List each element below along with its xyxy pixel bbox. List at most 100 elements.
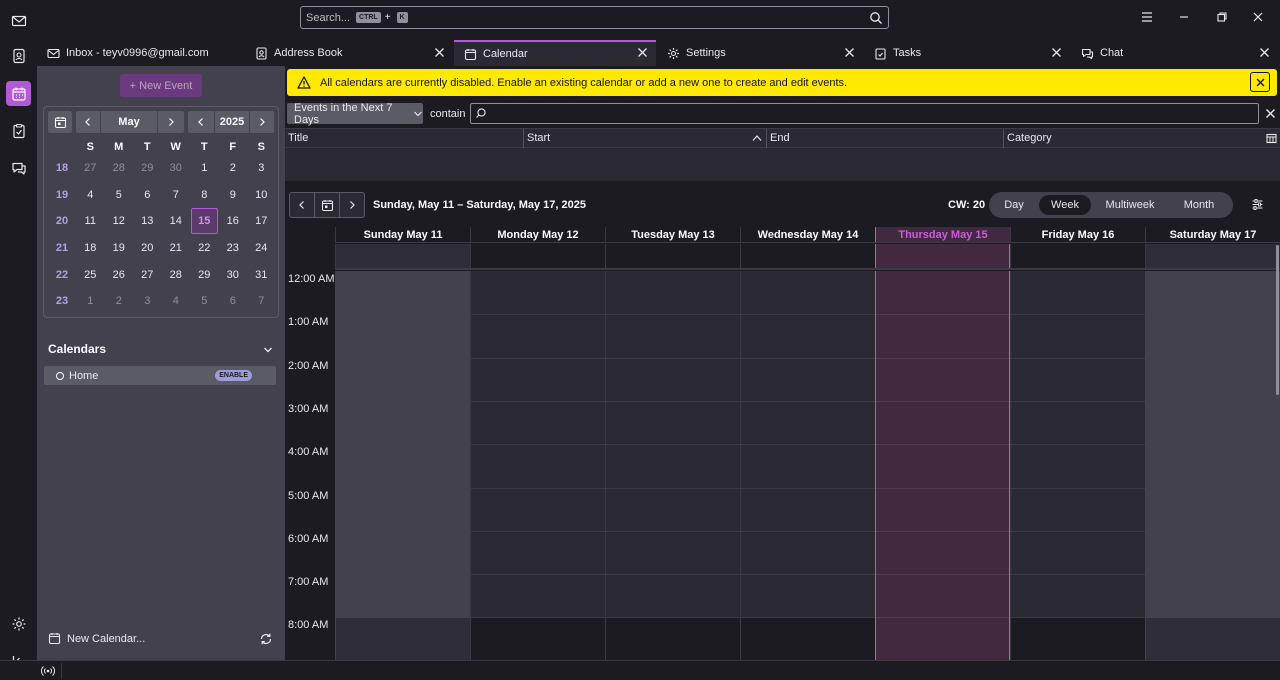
minimonth-day[interactable]: 31 [247,269,276,281]
all-day-cell[interactable] [605,244,740,268]
minimonth-day[interactable]: 9 [219,189,248,201]
minimonth-day[interactable]: 29 [133,162,162,174]
minimonth-day[interactable]: 7 [162,189,191,201]
online-status-icon[interactable] [41,665,55,677]
minimonth-day[interactable]: 3 [133,295,162,307]
view-week-button[interactable]: Week [1039,195,1091,215]
restore-icon[interactable] [1215,10,1231,26]
scrollbar[interactable] [1276,245,1279,395]
tab-settings[interactable]: Settings [657,40,863,66]
all-day-cell[interactable] [335,244,470,268]
day-column-today[interactable] [875,271,1010,660]
close-search-icon[interactable] [1265,108,1276,119]
minimonth-day[interactable]: 8 [190,189,219,201]
calendar-space-icon[interactable] [6,81,31,106]
minimonth-day[interactable]: 21 [162,242,191,254]
minimonth-day[interactable]: 30 [219,269,248,281]
all-day-cell[interactable] [1145,244,1280,268]
minimonth-day[interactable]: 18 [76,242,105,254]
prev-year-button[interactable] [188,111,214,133]
chevron-down-icon[interactable] [263,345,273,355]
day-header[interactable]: Wednesday May 14 [740,227,875,243]
sync-icon[interactable] [259,632,273,646]
close-tab-icon[interactable] [1051,47,1062,58]
new-event-button[interactable]: + New Event [120,74,202,97]
day-header[interactable]: Friday May 16 [1010,227,1145,243]
day-header[interactable]: Sunday May 11 [335,227,470,243]
day-column[interactable] [1010,271,1145,660]
column-end[interactable]: End [770,132,790,144]
day-header[interactable]: Tuesday May 13 [605,227,740,243]
minimonth-day-today[interactable]: 15 [191,208,218,235]
column-title[interactable]: Title [288,132,308,144]
minimonth-day[interactable]: 22 [190,242,219,254]
minimonth-day[interactable]: 6 [219,295,248,307]
mail-space-icon[interactable] [6,8,31,33]
all-day-cell[interactable] [875,244,1010,268]
month-label[interactable]: May [101,111,157,133]
minimonth-day[interactable]: 29 [190,269,219,281]
day-column[interactable] [335,271,470,660]
day-column[interactable] [605,271,740,660]
minimonth-day[interactable]: 4 [76,189,105,201]
minimonth-day[interactable]: 2 [219,162,248,174]
view-options-icon[interactable] [1251,198,1264,211]
minimonth-day[interactable]: 12 [105,215,134,227]
next-week-button[interactable] [340,193,364,217]
next-month-button[interactable] [158,111,184,133]
minimonth-day[interactable]: 27 [76,162,105,174]
minimonth-day[interactable]: 13 [133,215,162,227]
event-search-input[interactable] [470,103,1259,124]
event-filter-select[interactable]: Events in the Next 7 Days [287,102,423,126]
minimonth-day[interactable]: 30 [162,162,191,174]
view-day-button[interactable]: Day [992,195,1036,215]
day-column[interactable] [1145,271,1280,660]
minimize-icon[interactable] [1177,10,1193,26]
close-tab-icon[interactable] [637,47,648,58]
previous-week-button[interactable] [290,193,315,217]
close-window-icon[interactable] [1251,10,1267,26]
settings-space-icon[interactable] [6,611,31,636]
address-book-space-icon[interactable] [6,43,31,68]
view-month-button[interactable]: Month [1169,195,1229,215]
enable-button[interactable]: ENABLE [215,370,252,381]
prev-month-button[interactable] [76,111,100,133]
day-column[interactable] [470,271,605,660]
minimonth-day[interactable]: 5 [105,189,134,201]
minimonth-day[interactable]: 28 [162,269,191,281]
new-calendar-button[interactable]: New Calendar... [48,632,145,645]
year-label[interactable]: 2025 [215,111,249,133]
day-header[interactable]: Monday May 12 [470,227,605,243]
all-day-cell[interactable] [1010,244,1145,268]
close-tab-icon[interactable] [844,47,855,58]
day-header[interactable]: Saturday May 17 [1145,227,1280,243]
minimonth-day[interactable]: 19 [105,242,134,254]
event-list[interactable] [285,148,1280,182]
tab-inbox[interactable]: Inbox - teyv0996@gmail.com [37,40,244,66]
minimonth-day[interactable]: 5 [190,295,219,307]
minimonth-day[interactable]: 24 [247,242,276,254]
close-tab-icon[interactable] [434,47,445,58]
minimonth-day[interactable]: 4 [162,295,191,307]
calendar-list-item[interactable]: Home ENABLE [44,366,276,385]
column-start[interactable]: Start [527,132,550,144]
search-input[interactable]: Search... CTRL + K [300,6,889,29]
minimonth-day[interactable]: 3 [247,162,276,174]
tab-address-book[interactable]: Address Book [245,40,453,66]
tab-tasks[interactable]: Tasks [864,40,1070,66]
minimonth-day[interactable]: 20 [133,242,162,254]
column-picker-icon[interactable] [1266,133,1277,144]
chat-space-icon[interactable] [6,155,31,180]
minimonth-day[interactable]: 10 [247,189,276,201]
all-day-cell[interactable] [740,244,875,268]
menu-icon[interactable] [1140,10,1156,26]
view-multiweek-button[interactable]: Multiweek [1091,195,1169,215]
tasks-space-icon[interactable] [6,118,31,143]
minimonth-day[interactable]: 2 [105,295,134,307]
day-header-today[interactable]: Thursday May 15 [875,227,1010,243]
tab-calendar[interactable]: Calendar [454,40,656,66]
today-button[interactable] [315,193,340,217]
all-day-cell[interactable] [470,244,605,268]
minimonth-day[interactable]: 17 [247,215,276,227]
minimonth-day[interactable]: 25 [76,269,105,281]
